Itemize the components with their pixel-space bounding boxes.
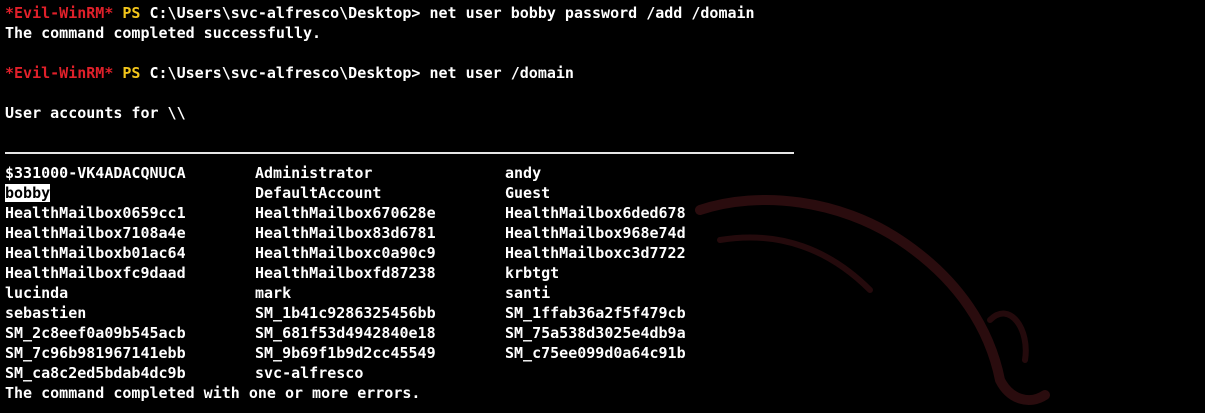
account-cell: SM_2c8eef0a09b545acb [5,323,255,343]
accounts-row: sebastien SM_1b41c9286325456bb SM_1ffab36a… [5,303,1200,323]
account-name: HealthMailbox83d6781 [255,224,436,242]
account-name: svc-alfresco [255,364,364,382]
account-cell: SM_1ffab36a2f5f479cb [505,303,755,323]
prompt-ps: PS [122,64,141,82]
account-cell [505,363,755,383]
account-name: HealthMailbox7108a4e [5,224,186,242]
account-name: lucinda [5,284,69,302]
accounts-row: SM_2c8eef0a09b545acb SM_681f53d4942840e18… [5,323,1200,343]
prompt-path: C:\Users\svc-alfresco\Desktop> [149,64,421,82]
prompt-tag: *Evil-WinRM* [5,4,114,22]
account-cell: HealthMailbox0659cc1 [5,203,255,223]
account-name: HealthMailbox968e74d [505,224,686,242]
account-cell: HealthMailboxfc9daad [5,263,255,283]
account-name: HealthMailboxb01ac64 [5,244,186,262]
account-cell: sebastien [5,303,255,323]
account-cell: lucinda [5,283,255,303]
account-name: SM_9b69f1b9d2cc45549 [255,344,436,362]
account-name: HealthMailboxfd87238 [255,264,436,282]
account-cell: svc-alfresco [255,363,505,383]
account-name: $331000-VK4ADACQNUCA [5,164,186,182]
account-name: SM_2c8eef0a09b545acb [5,324,186,342]
account-cell: bobby [5,183,255,203]
account-cell: HealthMailbox670628e [255,203,505,223]
account-name: Administrator [255,164,373,182]
account-name: SM_1ffab36a2f5f479cb [505,304,686,322]
separator-rule [5,143,1200,163]
command-line-2: *Evil-WinRM* PS C:\Users\svc-alfresco\De… [5,63,1200,83]
account-name: SM_681f53d4942840e18 [255,324,436,342]
command-text: net user bobby password /add /domain [429,4,755,22]
account-cell: SM_1b41c9286325456bb [255,303,505,323]
account-name: SM_75a538d3025e4db9a [505,324,686,342]
accounts-grid: $331000-VK4ADACQNUCA Administrator andy bob… [5,163,1200,383]
account-name: SM_1b41c9286325456bb [255,304,436,322]
account-cell: HealthMailboxc0a90c9 [255,243,505,263]
account-cell: HealthMailbox6ded678 [505,203,755,223]
account-cell: SM_9b69f1b9d2cc45549 [255,343,505,363]
account-name: SM_ca8c2ed5bdab4dc9b [5,364,186,382]
account-name: sebastien [5,304,87,322]
account-cell: HealthMailbox7108a4e [5,223,255,243]
account-cell: SM_75a538d3025e4db9a [505,323,755,343]
account-name: andy [505,164,542,182]
account-name: krbtgt [505,264,560,282]
account-cell: SM_7c96b981967141ebb [5,343,255,363]
account-name: HealthMailbox6ded678 [505,204,686,222]
prompt-tag: *Evil-WinRM* [5,64,114,82]
account-cell: HealthMailbox968e74d [505,223,755,243]
account-name: HealthMailbox0659cc1 [5,204,186,222]
terminal-window[interactable]: *Evil-WinRM* PS C:\Users\svc-alfresco\De… [5,3,1200,403]
accounts-row: HealthMailbox7108a4e HealthMailbox83d6781… [5,223,1200,243]
account-cell: HealthMailboxb01ac64 [5,243,255,263]
accounts-row: SM_7c96b981967141ebb SM_9b69f1b9d2cc45549… [5,343,1200,363]
prompt-ps: PS [122,4,141,22]
accounts-row: bobby DefaultAccount Guest [5,183,1200,203]
accounts-row: HealthMailbox0659cc1 HealthMailbox670628e… [5,203,1200,223]
command-text: net user /domain [429,64,574,82]
accounts-row: lucinda mark santi [5,283,1200,303]
account-name: mark [255,284,292,302]
account-cell: Guest [505,183,755,203]
account-name: santi [505,284,551,302]
account-name: SM_7c96b981967141ebb [5,344,186,362]
account-cell: SM_c75ee099d0a64c91b [505,343,755,363]
accounts-header: User accounts for \\ [5,104,186,122]
account-cell: HealthMailboxc3d7722 [505,243,755,263]
account-cell: krbtgt [505,263,755,283]
account-name: HealthMailbox670628e [255,204,436,222]
account-cell: $331000-VK4ADACQNUCA [5,163,255,183]
account-cell: Administrator [255,163,505,183]
account-cell: SM_681f53d4942840e18 [255,323,505,343]
account-cell: SM_ca8c2ed5bdab4dc9b [5,363,255,383]
accounts-row: SM_ca8c2ed5bdab4dc9b svc-alfresco [5,363,1200,383]
account-name: SM_c75ee099d0a64c91b [505,344,686,362]
account-name: DefaultAccount [255,184,382,202]
account-cell: HealthMailboxfd87238 [255,263,505,283]
account-name: Guest [505,184,551,202]
account-name: HealthMailboxc3d7722 [505,244,686,262]
accounts-row: HealthMailboxb01ac64 HealthMailboxc0a90c9… [5,243,1200,263]
account-cell: mark [255,283,505,303]
account-cell: andy [505,163,755,183]
prompt-path: C:\Users\svc-alfresco\Desktop> [149,4,421,22]
output-errors: The command completed with one or more e… [5,384,421,402]
account-cell: HealthMailbox83d6781 [255,223,505,243]
command-line-1: *Evil-WinRM* PS C:\Users\svc-alfresco\De… [5,3,1200,23]
account-name-selected: bobby [5,184,51,202]
output-success: The command completed successfully. [5,24,322,42]
accounts-row: HealthMailboxfc9daad HealthMailboxfd87238… [5,263,1200,283]
accounts-row: $331000-VK4ADACQNUCA Administrator andy [5,163,1200,183]
account-cell: DefaultAccount [255,183,505,203]
account-name: HealthMailboxfc9daad [5,264,186,282]
account-cell: santi [505,283,755,303]
account-name: HealthMailboxc0a90c9 [255,244,436,262]
